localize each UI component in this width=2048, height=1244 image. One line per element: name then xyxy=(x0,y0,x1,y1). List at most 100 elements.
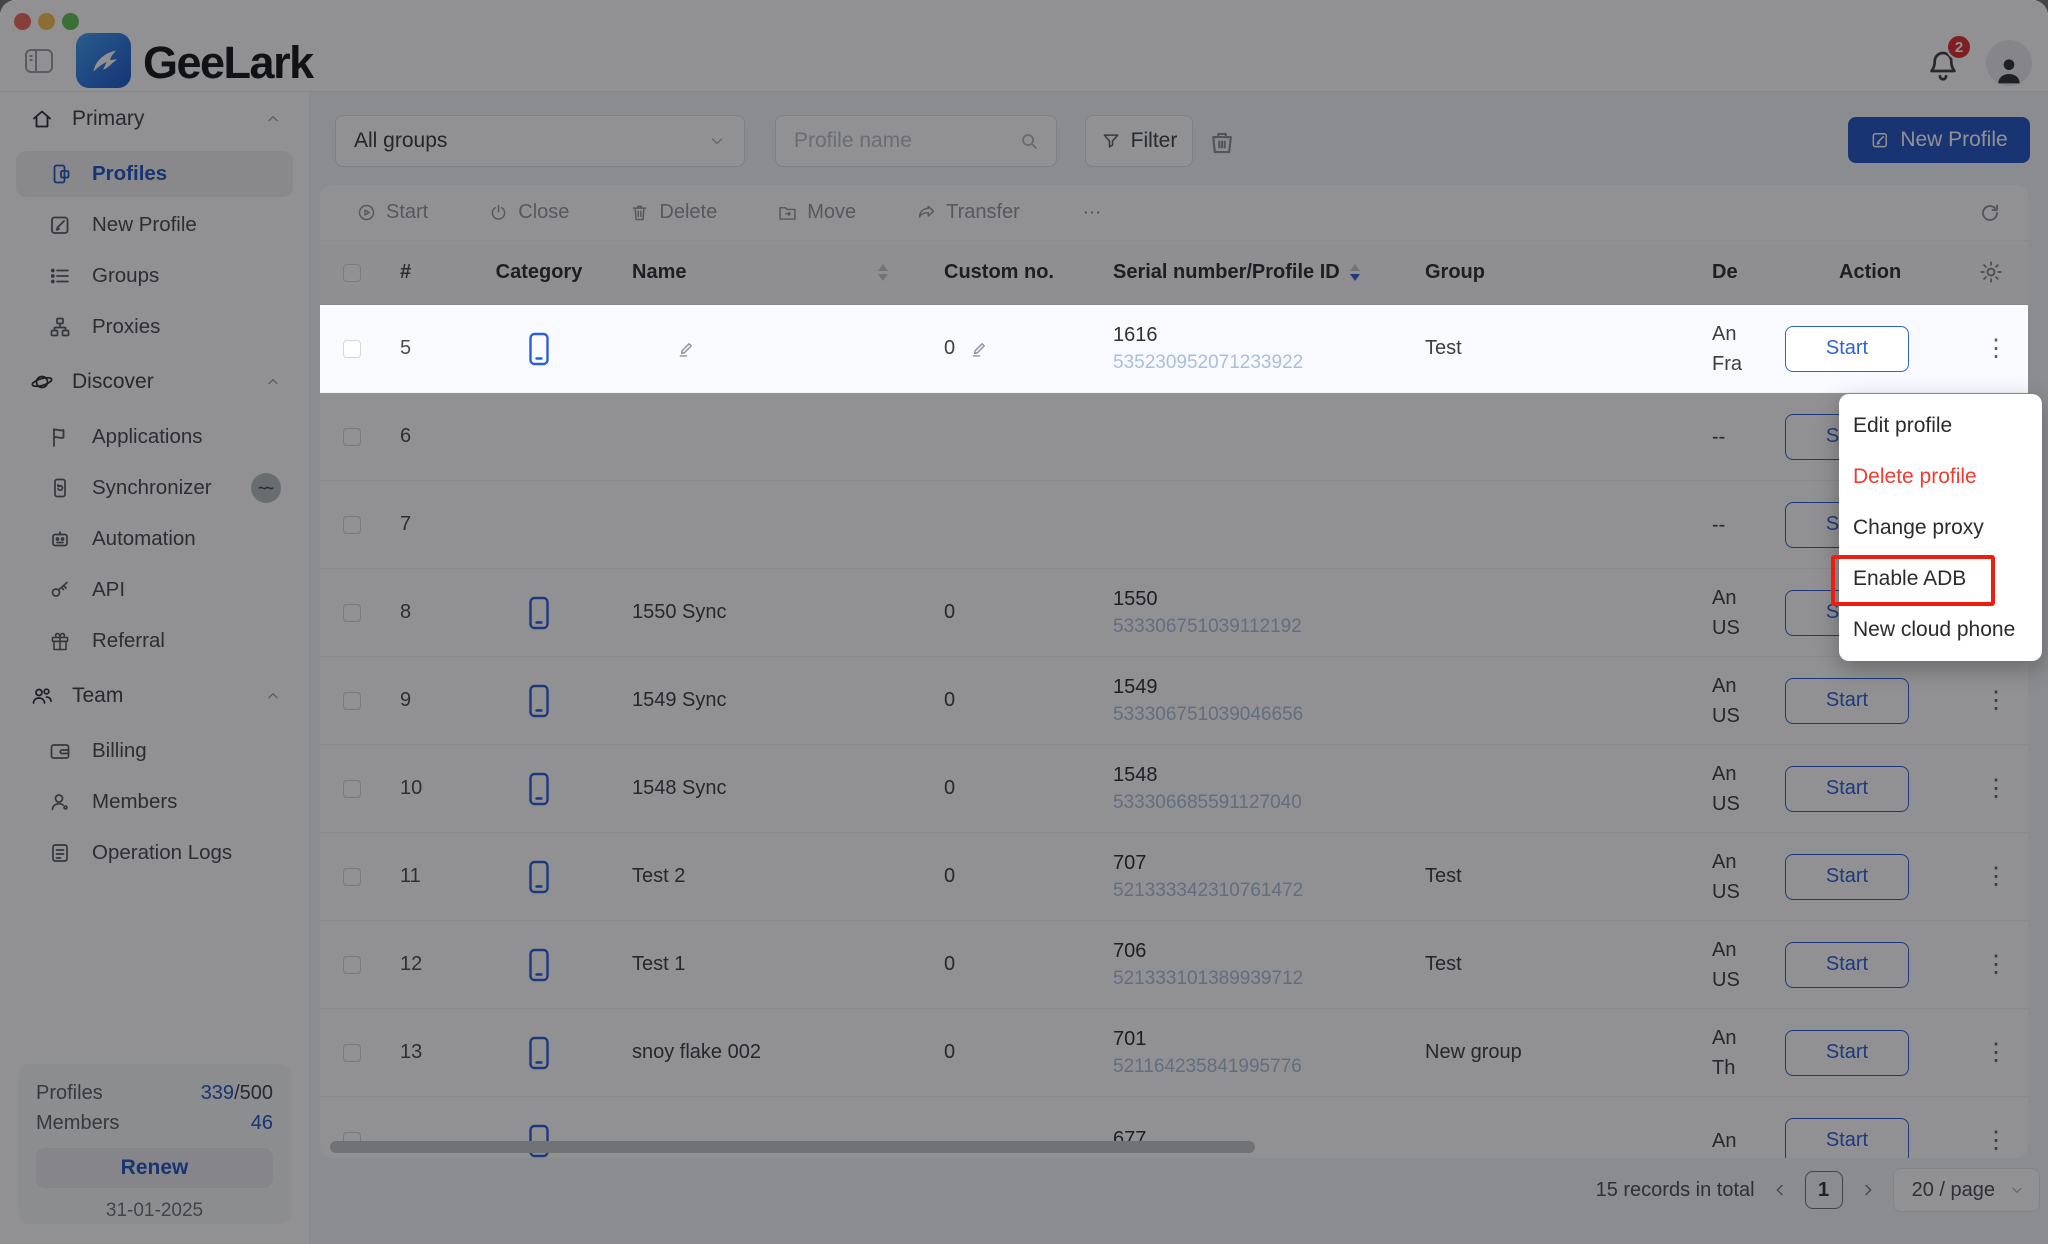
column-settings-gear-icon[interactable] xyxy=(1978,259,2004,285)
group-filter-select[interactable]: All groups xyxy=(335,115,745,167)
cell-device: AnTh xyxy=(1709,1009,1777,1096)
current-page-button[interactable]: 1 xyxy=(1805,1171,1843,1209)
start-button[interactable]: Start xyxy=(1785,678,1909,724)
new-profile-button[interactable]: New Profile xyxy=(1848,117,2030,163)
ellipsis-icon xyxy=(1080,202,1104,223)
row-menu-icon[interactable]: ⋮ xyxy=(1984,950,2004,979)
table-header: # Category Name Custom no. Serial number… xyxy=(320,241,2028,305)
row-checkbox[interactable] xyxy=(343,516,361,534)
folder-move-icon xyxy=(777,202,798,223)
user-avatar[interactable] xyxy=(1986,40,2032,86)
page-size-select[interactable]: 20 / page xyxy=(1893,1168,2040,1212)
sidebar-item-members[interactable]: Members xyxy=(16,779,293,825)
toolbar-delete-button[interactable]: Delete xyxy=(623,200,723,225)
row-checkbox[interactable] xyxy=(343,780,361,798)
sidebar-item-referral[interactable]: Referral xyxy=(16,618,293,664)
start-button[interactable]: Start xyxy=(1785,854,1909,900)
cloud-phone-icon xyxy=(527,1036,551,1070)
row-checkbox[interactable] xyxy=(343,340,361,358)
sidebar-section-team[interactable]: Team xyxy=(0,669,309,723)
start-button[interactable]: Start xyxy=(1785,1118,1909,1159)
discover-icon xyxy=(30,370,54,394)
sidebar-item-automation[interactable]: Automation xyxy=(16,516,293,562)
col-serial[interactable]: Serial number/Profile ID xyxy=(1089,241,1399,304)
cell-profile-id: 533306685591127040 xyxy=(1113,791,1302,815)
sidebar-item-api[interactable]: API xyxy=(16,567,293,613)
edit-custom-no-pencil-icon[interactable] xyxy=(969,338,990,359)
toolbar-move-button[interactable]: Move xyxy=(771,200,862,225)
context-menu-item-new-cloud-phone[interactable]: New cloud phone xyxy=(1839,604,2042,655)
chevron-up-icon xyxy=(265,111,281,127)
renew-button[interactable]: Renew xyxy=(36,1148,273,1188)
cloud-phone-icon xyxy=(527,684,551,718)
cell-custom-no: 0 xyxy=(904,569,1089,656)
toolbar-transfer-button[interactable]: Transfer xyxy=(910,200,1026,225)
main-content: All groups Filter New Profile xyxy=(310,92,2048,1244)
cell-custom-no: 0 xyxy=(904,305,1089,392)
context-menu-item-edit-profile[interactable]: Edit profile xyxy=(1839,400,2042,451)
sidebar-section-primary[interactable]: Primary xyxy=(0,92,309,146)
start-button[interactable]: Start xyxy=(1785,942,1909,988)
window-minimize-button[interactable] xyxy=(38,13,55,30)
members-icon xyxy=(48,790,72,814)
search-input[interactable] xyxy=(792,128,1018,154)
row-checkbox[interactable] xyxy=(343,428,361,446)
profile-name-search xyxy=(775,115,1057,167)
usage-profiles-total: /500 xyxy=(234,1082,273,1104)
edit-name-pencil-icon[interactable] xyxy=(676,338,697,359)
row-menu-icon[interactable]: ⋮ xyxy=(1984,774,2004,803)
cell-name: 1550 Sync xyxy=(624,569,904,656)
col-name[interactable]: Name xyxy=(624,241,904,304)
filter-button[interactable]: Filter xyxy=(1085,115,1193,167)
sidebar-item-proxies[interactable]: Proxies xyxy=(16,304,293,350)
window-close-button[interactable] xyxy=(14,13,31,30)
row-menu-icon[interactable]: ⋮ xyxy=(1984,686,2004,715)
toolbar-item-button[interactable] xyxy=(1074,201,1110,224)
sync-status-badge xyxy=(251,473,281,503)
sidebar-section-discover[interactable]: Discover xyxy=(0,355,309,409)
sidebar-item-billing[interactable]: Billing xyxy=(16,728,293,774)
cell-number: 10 xyxy=(384,745,454,832)
row-checkbox[interactable] xyxy=(343,956,361,974)
next-page-icon[interactable] xyxy=(1859,1181,1877,1199)
row-menu-icon[interactable]: ⋮ xyxy=(1984,862,2004,891)
sidebar-collapse-icon[interactable] xyxy=(24,48,54,74)
table-row: 9 1549 Sync 0 1549533306751039046656 AnU… xyxy=(320,657,2028,745)
sidebar-item-synchronizer[interactable]: Synchronizer xyxy=(16,465,293,511)
cell-device: -- xyxy=(1709,481,1777,568)
window-zoom-button[interactable] xyxy=(62,13,79,30)
context-menu-item-delete-profile[interactable]: Delete profile xyxy=(1839,451,2042,502)
start-button[interactable]: Start xyxy=(1785,1030,1909,1076)
toolbar-close-button[interactable]: Close xyxy=(482,200,575,225)
start-button[interactable]: Start xyxy=(1785,326,1909,372)
sidebar-section-label: Team xyxy=(72,684,265,708)
notifications-bell-icon[interactable]: 2 xyxy=(1918,40,1968,90)
refresh-icon[interactable] xyxy=(1978,201,2002,225)
row-checkbox[interactable] xyxy=(343,1044,361,1062)
row-checkbox[interactable] xyxy=(343,868,361,886)
context-menu-item-enable-adb[interactable]: Enable ADB xyxy=(1839,553,2042,604)
profile-name-text: snoy flake 002 xyxy=(632,1041,761,1064)
toolbar-start-button[interactable]: Start xyxy=(350,200,434,225)
row-menu-icon[interactable]: ⋮ xyxy=(1984,1038,2004,1067)
clear-filter-basket-icon[interactable] xyxy=(1205,125,1239,159)
row-menu-icon[interactable]: ⋮ xyxy=(1984,334,2004,363)
prev-page-icon[interactable] xyxy=(1771,1181,1789,1199)
sidebar-item-new-profile[interactable]: New Profile xyxy=(16,202,293,248)
sidebar-item-groups[interactable]: Groups xyxy=(16,253,293,299)
row-context-menu: Edit profileDelete profileChange proxyEn… xyxy=(1839,394,2042,661)
toolbar-button-label: Transfer xyxy=(946,201,1020,224)
row-menu-icon[interactable]: ⋮ xyxy=(1984,1126,2004,1155)
row-checkbox[interactable] xyxy=(343,692,361,710)
cell-group xyxy=(1399,745,1709,832)
row-checkbox[interactable] xyxy=(343,604,361,622)
sidebar-item-applications[interactable]: Applications xyxy=(16,414,293,460)
cell-device: -- xyxy=(1709,393,1777,480)
start-button[interactable]: Start xyxy=(1785,766,1909,812)
sidebar-item-profiles[interactable]: Profiles xyxy=(16,151,293,197)
horizontal-scrollbar[interactable] xyxy=(330,1141,1255,1153)
context-menu-item-change-proxy[interactable]: Change proxy xyxy=(1839,502,2042,553)
select-all-checkbox[interactable] xyxy=(343,264,361,282)
play-circle-icon xyxy=(356,202,377,223)
sidebar-item-operation-logs[interactable]: Operation Logs xyxy=(16,830,293,876)
